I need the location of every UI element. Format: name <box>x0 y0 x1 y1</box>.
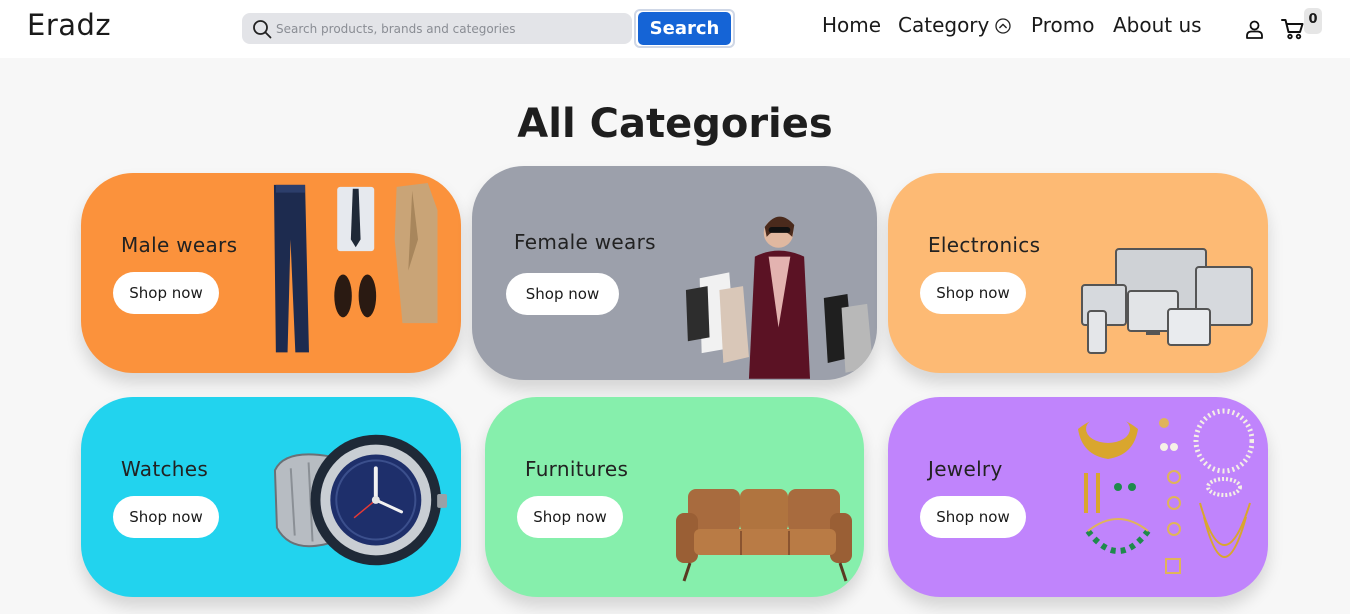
page-title: All Categories <box>517 101 833 147</box>
nav-category-dropdown[interactable]: Category <box>898 13 1012 37</box>
search-bar <box>242 13 632 44</box>
shop-now-button[interactable]: Shop now <box>920 496 1026 538</box>
category-label: Watches <box>121 457 209 481</box>
nav-promo-link[interactable]: Promo <box>1031 13 1094 37</box>
shop-now-button[interactable]: Shop now <box>517 496 623 538</box>
category-card-furnitures[interactable]: Furnitures Shop now <box>485 397 864 597</box>
wristwatch-image <box>273 434 448 566</box>
cart-icon[interactable] <box>1281 18 1305 40</box>
category-label: Electronics <box>928 233 1041 257</box>
cart-count-badge: 0 <box>1304 8 1322 34</box>
user-icon[interactable] <box>1245 20 1264 39</box>
nav-about-link[interactable]: About us <box>1113 13 1202 37</box>
male-clothing-image <box>273 182 438 353</box>
category-card-female-wears[interactable]: Female wears Shop now <box>472 166 877 380</box>
sofa-image <box>676 489 852 582</box>
category-label: Male wears <box>121 233 238 257</box>
category-label: Female wears <box>514 230 656 254</box>
category-label: Furnitures <box>525 457 629 481</box>
shop-now-button[interactable]: Shop now <box>113 496 219 538</box>
shop-now-button[interactable]: Shop now <box>920 272 1026 314</box>
female-shopper-image <box>685 216 874 379</box>
search-input[interactable] <box>276 13 626 44</box>
brand-logo[interactable]: Eradz <box>27 8 111 42</box>
shop-now-button[interactable]: Shop now <box>113 272 219 314</box>
category-card-jewelry[interactable]: Jewelry Shop now <box>888 397 1268 597</box>
category-card-watches[interactable]: Watches Shop now <box>81 397 461 597</box>
top-navbar: Eradz Search Home Category Promo About u… <box>0 0 1350 58</box>
category-card-electronics[interactable]: Electronics Shop now <box>888 173 1268 373</box>
shop-now-button[interactable]: Shop now <box>506 273 619 315</box>
nav-home-link[interactable]: Home <box>822 13 881 37</box>
search-icon <box>253 20 272 39</box>
category-card-male-wears[interactable]: Male wears Shop now <box>81 173 461 373</box>
jewelry-image <box>1078 408 1254 574</box>
nav-category-label: Category <box>898 13 990 37</box>
electronics-image <box>1081 248 1253 354</box>
category-label: Jewelry <box>928 457 1003 481</box>
chevron-circle-icon <box>995 18 1012 34</box>
search-button[interactable]: Search <box>638 12 731 45</box>
